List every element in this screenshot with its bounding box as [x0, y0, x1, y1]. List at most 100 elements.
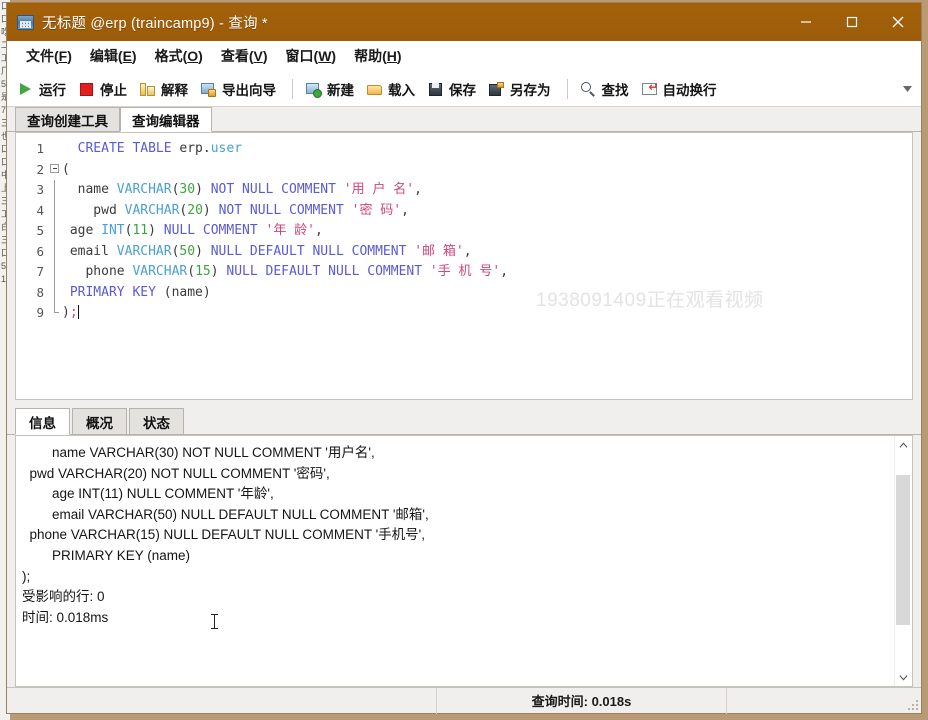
code-token: INT — [101, 223, 125, 238]
close-icon[interactable] — [875, 3, 921, 41]
toolbar-button-解释[interactable]: 解释 — [135, 74, 196, 104]
code-token: VARCHAR — [132, 264, 188, 279]
menu-item-paren: ) — [198, 48, 203, 64]
result-line: 时间: 0.018ms — [22, 609, 109, 625]
text-cursor — [211, 614, 218, 629]
menu-item-2[interactable]: 编辑(E) — [81, 43, 146, 69]
editor-tab-1[interactable]: 查询创建工具 — [15, 107, 120, 131]
result-line: pwd VARCHAR(20) NOT NULL COMMENT '密码', — [22, 465, 330, 481]
toolbar-button-另存为[interactable]: 另存为 — [484, 74, 559, 104]
scrollbar-track[interactable] — [895, 453, 912, 669]
title-bar: 无标题 @erp (traincamp9) - 查询 * — [7, 3, 921, 41]
resize-grip[interactable] — [906, 698, 918, 710]
result-line: phone VARCHAR(15) NULL DEFAULT NULL COMM… — [22, 527, 426, 543]
toolbar-button-运行[interactable]: 运行 — [13, 74, 74, 104]
play-run-icon — [17, 81, 34, 98]
results-scrollbar[interactable] — [894, 436, 912, 686]
code-line: 2( — [16, 160, 912, 181]
text-caret — [77, 305, 79, 319]
fold-gutter — [48, 180, 62, 201]
menu-item-paren: ) — [262, 48, 268, 64]
toolbar-button-停止[interactable]: 停止 — [74, 74, 135, 104]
code-line: 6 email VARCHAR(50) NULL DEFAULT NULL CO… — [16, 241, 912, 262]
open-folder-icon — [366, 81, 383, 98]
scroll-down-chevron-down-icon[interactable] — [895, 669, 912, 686]
code-token: '邮 箱' — [414, 243, 464, 259]
scroll-up-chevron-up-icon[interactable] — [895, 436, 912, 453]
code-token: 50 — [179, 243, 196, 259]
code-token: CREATE TABLE — [77, 141, 180, 156]
toolbar-separator — [292, 79, 293, 99]
toolbar-button-label: 查找 — [601, 83, 629, 98]
new-query-icon — [305, 81, 322, 98]
code-token: VARCHAR — [116, 243, 172, 259]
maximize-icon[interactable] — [829, 3, 875, 41]
toolbar-button-label: 另存为 — [510, 83, 551, 98]
fold-collapse-icon[interactable] — [50, 163, 59, 173]
menu-item-mnemonic: E — [122, 48, 132, 64]
status-query-time: 查询时间: 0.018s — [437, 687, 727, 714]
menu-item-4[interactable]: 查看(V) — [212, 43, 277, 69]
results-text[interactable]: name VARCHAR(30) NOT NULL COMMENT '用户名',… — [16, 436, 894, 686]
toolbar-button-label: 解释 — [161, 83, 188, 98]
result-tab-2[interactable]: 概况 — [72, 408, 127, 434]
code-line: 4 pwd VARCHAR(20) NOT NULL COMMENT '密 码'… — [16, 200, 912, 221]
toolbar-button-label: 载入 — [388, 83, 415, 98]
code-token: NULL DEFAULT NULL COMMENT — [210, 243, 415, 259]
code-text: age INT(11) NULL COMMENT '年 龄', — [62, 221, 912, 242]
toolbar-button-自动换行[interactable]: 自动换行 — [637, 74, 725, 104]
editor-tab-2[interactable]: 查询编辑器 — [120, 107, 212, 132]
toolbar-overflow-chevron-down-icon[interactable] — [901, 83, 913, 95]
fold-gutter — [48, 221, 62, 242]
result-line: PRIMARY KEY (name) — [22, 547, 191, 563]
sql-editor[interactable]: 1938091409正在观看视频 1 CREATE TABLE erp.user… — [15, 132, 913, 400]
fold-gutter[interactable] — [48, 160, 62, 181]
menu-item-mnemonic: O — [187, 48, 199, 64]
code-line: 9); — [16, 303, 912, 324]
toolbar-button-载入[interactable]: 载入 — [362, 74, 423, 104]
result-line: 受影响的行: 0 — [22, 589, 105, 605]
query-window: 无标题 @erp (traincamp9) - 查询 * 文件(F) 编辑(E) 格… — [6, 2, 922, 714]
toolbar-separator — [566, 79, 568, 99]
editor-tabstrip: 查询创建工具 查询编辑器 — [7, 107, 921, 132]
toolbar-button-导出向导[interactable]: 导出向导 — [196, 74, 284, 104]
explain-icon — [139, 81, 156, 98]
fold-line — [54, 221, 55, 242]
code-token: phone — [62, 264, 133, 279]
toolbar-button-查找[interactable]: 查找 — [576, 74, 637, 104]
line-number: 5 — [36, 223, 44, 238]
code-token: email — [62, 243, 117, 259]
code-token: PRIMARY KEY — [69, 284, 164, 300]
menu-item-5[interactable]: 窗口(W) — [277, 43, 346, 69]
result-tab-3[interactable]: 状态 — [129, 408, 184, 434]
window-controls — [783, 3, 921, 41]
menu-item-1[interactable]: 文件(F) — [17, 43, 81, 69]
menu-item-3[interactable]: 格式(O) — [146, 43, 212, 69]
save-disk-icon — [427, 81, 444, 98]
code-token: '手 机 号' — [429, 264, 501, 279]
menu-item-label: 格式( — [154, 48, 188, 64]
code-token: NULL COMMENT — [163, 223, 266, 238]
fold-line — [54, 241, 55, 262]
minimize-icon[interactable] — [783, 3, 829, 41]
code-text: name VARCHAR(30) NOT NULL COMMENT '用 户 名… — [62, 180, 912, 201]
result-tab-1[interactable]: 信息 — [15, 408, 70, 435]
code-area[interactable]: 1 CREATE TABLE erp.user 2(3 name VARCHAR(… — [16, 133, 912, 324]
code-token: '用 户 名' — [343, 182, 415, 197]
code-token: ( — [163, 284, 172, 300]
toolbar-button-新建[interactable]: 新建 — [301, 74, 362, 104]
code-text: CREATE TABLE erp.user — [62, 139, 912, 160]
menu-item-mnemonic: F — [58, 48, 68, 64]
scrollbar-thumb[interactable] — [896, 475, 910, 625]
code-line: 5 age INT(11) NULL COMMENT '年 龄', — [16, 221, 912, 242]
code-token: , — [500, 264, 509, 279]
code-token: , — [414, 182, 422, 197]
code-token: NOT NULL COMMENT — [218, 202, 352, 218]
toolbar-button-保存[interactable]: 保存 — [423, 74, 484, 104]
code-token: ) — [202, 284, 211, 300]
menu-item-6[interactable]: 帮助(H) — [345, 43, 410, 69]
code-token: NULL DEFAULT NULL COMMENT — [226, 264, 430, 279]
menu-item-label: 文件( — [26, 48, 59, 64]
toolbar-button-label: 停止 — [100, 83, 127, 98]
menu-bar: 文件(F) 编辑(E) 格式(O) 查看(V) 窗口(W) 帮助(H) — [7, 41, 921, 72]
